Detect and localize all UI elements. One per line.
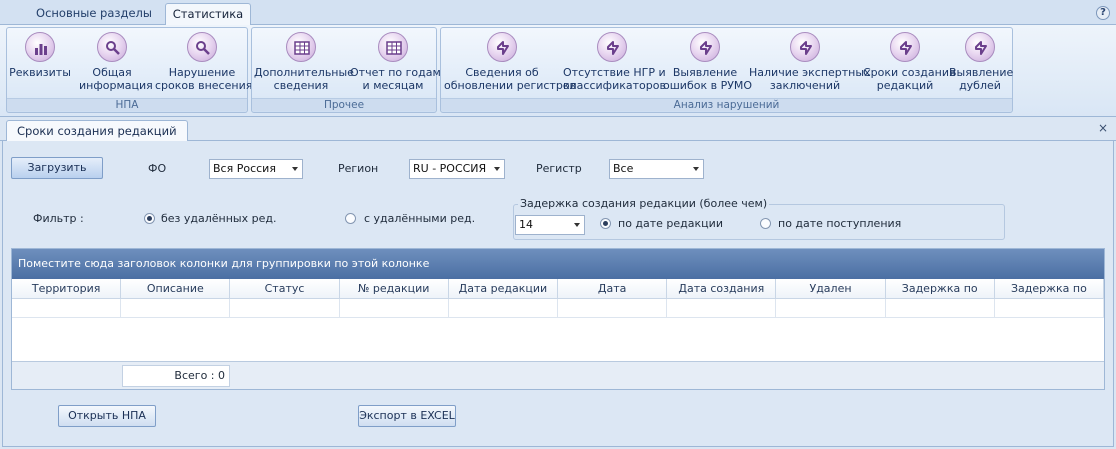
column-header[interactable]: № редакции — [340, 279, 449, 298]
chevron-down-icon — [693, 167, 699, 171]
delay-group-title: Задержка создания редакции (более чем) — [518, 197, 770, 210]
tab-main-sections[interactable]: Основные разделы — [30, 3, 158, 26]
bar-chart-icon — [25, 32, 55, 62]
delay-by-receipt-date-radio[interactable] — [760, 218, 771, 229]
total-count: Всего : 0 — [122, 365, 230, 387]
export-excel-button[interactable]: Экспорт в EXCEL — [358, 405, 456, 427]
rekvizity-button[interactable]: Реквизиты — [9, 32, 71, 79]
filter-without-deleted-radio[interactable] — [144, 213, 155, 224]
load-button[interactable]: Загрузить — [11, 157, 103, 179]
column-header[interactable]: Территория — [12, 279, 122, 298]
ribbon-group-npa: Реквизиты Общая информация Нарушение сро… — [6, 27, 252, 113]
report-by-years-button[interactable]: Отчет по годам и месяцам — [350, 32, 441, 92]
group-by-panel[interactable]: Поместите сюда заголовок колонки для гру… — [12, 249, 1104, 279]
region-label: Регион — [338, 162, 379, 175]
column-header[interactable]: Дата создания — [667, 279, 777, 298]
top-tab-bar: Основные разделы Статистика ? — [0, 0, 1116, 26]
magnifier-icon — [97, 32, 127, 62]
ribbon: Реквизиты Общая информация Нарушение сро… — [0, 25, 1116, 117]
expert-conclusions-button[interactable]: Наличие экспертных заключений — [749, 32, 871, 92]
deadline-violation-button[interactable]: Нарушение сроков внесения — [155, 32, 252, 92]
grid-footer: Всего : 0 — [12, 361, 1104, 389]
lightning-icon — [790, 32, 820, 62]
column-header[interactable]: Удален — [776, 279, 886, 298]
filter-label: Фильтр : — [33, 212, 84, 225]
filter-with-deleted-radio[interactable] — [345, 213, 356, 224]
delay-by-receipt-date-label: по дате поступления — [778, 217, 902, 230]
additional-info-button[interactable]: Дополнительные сведения — [254, 32, 354, 92]
document-tab-strip: Сроки создания редакций × — [0, 117, 1116, 142]
ribbon-group-other: Дополнительные сведения Отчет по годам и… — [251, 27, 441, 113]
revision-terms-button[interactable]: Сроки создания редакций — [863, 32, 956, 92]
lightning-icon — [890, 32, 920, 62]
fo-select[interactable]: Вся Россия — [209, 159, 303, 179]
lightning-icon — [487, 32, 517, 62]
filter-with-deleted-label: с удалёнными ред. — [364, 212, 476, 225]
rumo-errors-button[interactable]: Выявление ошибок в РУМО — [663, 32, 752, 92]
lightning-icon — [597, 32, 627, 62]
column-header[interactable]: Статус — [230, 279, 340, 298]
delay-days-select[interactable]: 14 — [515, 215, 585, 235]
region-select[interactable]: RU - РОССИЯ — [409, 159, 505, 179]
ribbon-group-label: НПА — [7, 98, 247, 111]
chevron-down-icon — [292, 167, 298, 171]
chevron-down-icon — [574, 223, 580, 227]
missing-ngr-button[interactable]: Отсутствие НГР и классификаторов — [563, 32, 666, 92]
close-icon[interactable]: × — [1098, 121, 1108, 135]
chevron-down-icon — [494, 167, 500, 171]
column-header[interactable]: Дата — [558, 279, 668, 298]
ribbon-group-label: Прочее — [252, 98, 436, 111]
lightning-icon — [965, 32, 995, 62]
table-icon — [378, 32, 408, 62]
duplicates-button[interactable]: Выявление дублей — [949, 32, 1013, 92]
tab-statistics[interactable]: Статистика — [165, 3, 251, 26]
register-update-button[interactable]: Сведения об обновлении регистров — [444, 32, 576, 92]
fo-label: ФО — [148, 162, 167, 175]
filter-row[interactable] — [12, 299, 1105, 318]
column-header[interactable]: Дата редакции — [449, 279, 559, 298]
register-select[interactable]: Все — [609, 159, 704, 179]
register-label: Регистр — [536, 162, 582, 175]
lightning-icon — [690, 32, 720, 62]
filter-without-deleted-label: без удалённых ред. — [161, 212, 277, 225]
column-header[interactable]: Задержка по — [995, 279, 1105, 298]
delay-by-revision-date-radio[interactable] — [600, 218, 611, 229]
column-header[interactable]: Задержка по — [886, 279, 995, 298]
ribbon-group-analysis: Сведения об обновлении регистров Отсутст… — [440, 27, 1013, 113]
table-icon — [286, 32, 316, 62]
column-header[interactable]: Описание — [121, 279, 231, 298]
delay-by-revision-date-label: по дате редакции — [618, 217, 723, 230]
ribbon-group-label: Анализ нарушений — [441, 98, 1012, 111]
grid-column-headers: Территория Описание Статус № редакции Да… — [12, 279, 1105, 299]
tab-revision-terms[interactable]: Сроки создания редакций — [6, 120, 188, 142]
results-grid: Поместите сюда заголовок колонки для гру… — [11, 248, 1105, 390]
general-info-button[interactable]: Общая информация — [79, 32, 153, 92]
magnifier-icon — [187, 32, 217, 62]
help-icon[interactable]: ? — [1096, 6, 1110, 20]
main-panel: Загрузить ФО Вся Россия Регион RU - РОСС… — [2, 141, 1114, 447]
open-npa-button[interactable]: Открыть НПА — [58, 405, 156, 427]
